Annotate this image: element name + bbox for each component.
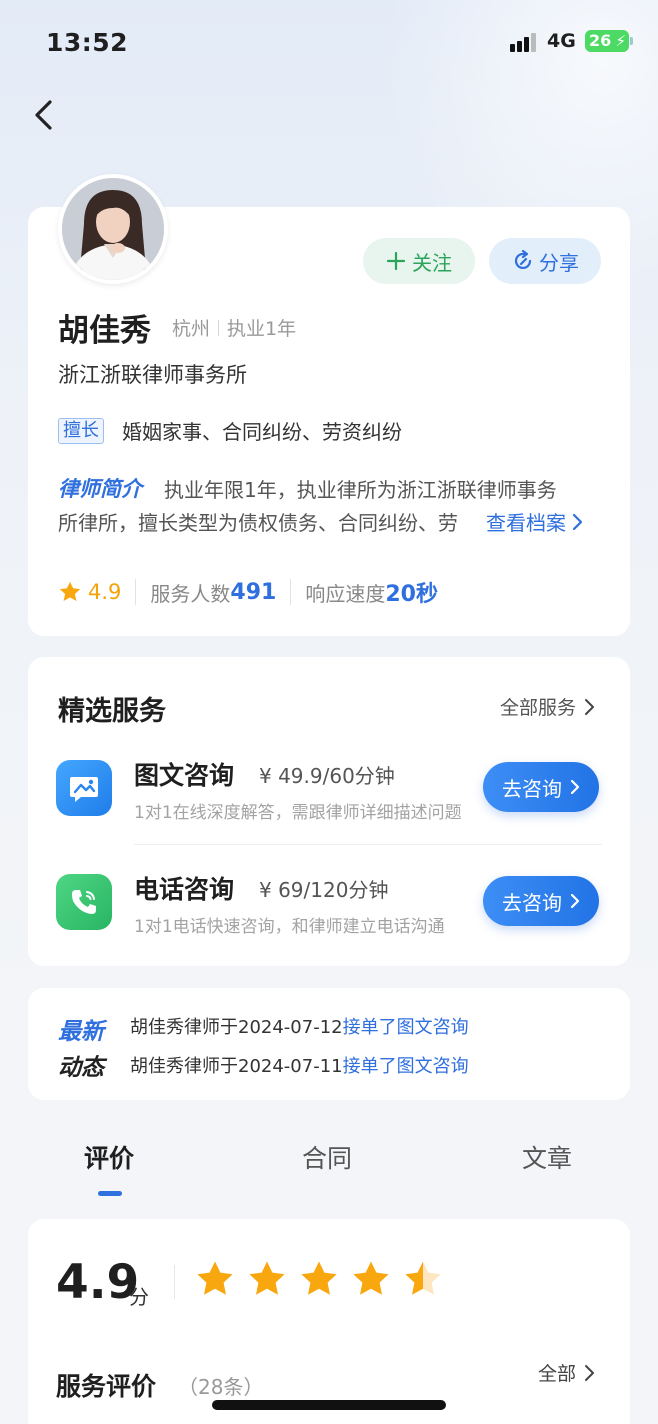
- view-profile-label: 查看档案: [486, 511, 566, 535]
- chevron-right-icon: [572, 513, 583, 530]
- all-services-link[interactable]: 全部服务: [500, 693, 596, 720]
- tab-indicator: [98, 1191, 122, 1196]
- service-item-image-consult[interactable]: 图文咨询 ¥ 49.9/60分钟 1对1在线深度解答，需跟律师详细描述问题 去咨…: [28, 742, 630, 852]
- reviews-card: 4.9 分 服务评价 （28条） 全部: [28, 1219, 630, 1424]
- all-reviews-label: 全部: [537, 1363, 576, 1385]
- services-title: 精选服务: [58, 696, 166, 727]
- view-profile-link[interactable]: 查看档案: [484, 507, 584, 536]
- score-unit: 分: [129, 1285, 149, 1309]
- image-chat-icon: [56, 760, 112, 816]
- service-description: 1对1电话快速咨询，和律师建立电话沟通: [134, 917, 445, 937]
- featured-services-card: 精选服务 全部服务 图文咨询 ¥ 49.9/60分钟 1对1在线深度解答，需跟律…: [28, 657, 630, 966]
- chevron-right-icon: [585, 698, 594, 715]
- service-description: 1对1在线深度解答，需跟律师详细描述问题: [134, 803, 462, 823]
- intro-title: 律师简介: [58, 477, 142, 501]
- news-text: 胡佳秀律师于2024-07-11: [130, 1056, 343, 1077]
- chevron-right-icon: [585, 1364, 594, 1381]
- intro-text-line1: 执业年限1年，执业律所为浙江浙联律师事务: [164, 478, 557, 502]
- star-icon: [197, 1261, 233, 1295]
- star-icon: [405, 1261, 441, 1295]
- intro-text-line2: 所律所，擅长类型为债权债务、合同纠纷、劳: [58, 511, 458, 535]
- all-reviews-link[interactable]: 全部: [538, 1359, 596, 1386]
- rating-value: 4.9: [88, 580, 122, 604]
- star-rating: [194, 1259, 444, 1301]
- share-icon: [514, 249, 532, 270]
- chevron-right-icon: [570, 893, 580, 909]
- rating-stat: 4.9: [58, 580, 121, 604]
- signal-icon: [510, 32, 540, 52]
- consult-label: 去咨询: [502, 890, 562, 915]
- consult-button[interactable]: 去咨询: [483, 762, 599, 812]
- follow-button[interactable]: 关注: [363, 238, 475, 284]
- star-icon: [353, 1261, 389, 1295]
- chevron-left-icon: [35, 100, 52, 130]
- news-label-line1: 最新: [58, 1019, 104, 1045]
- service-name: 图文咨询: [134, 761, 235, 790]
- service-name: 电话咨询: [134, 875, 235, 904]
- charging-icon: ⚡: [615, 32, 626, 50]
- network-label: 4G: [547, 30, 576, 52]
- news-item[interactable]: 胡佳秀律师于2024-07-12接单了图文咨询: [130, 1013, 469, 1039]
- news-text: 胡佳秀律师于2024-07-12: [130, 1017, 343, 1038]
- battery-level: 26: [589, 31, 612, 50]
- service-reviews-title: 服务评价: [56, 1372, 157, 1401]
- tab-articles[interactable]: 文章: [522, 1139, 572, 1175]
- law-firm: 浙江浙联律师事务所: [58, 363, 247, 387]
- review-count: （28条）: [178, 1375, 264, 1399]
- lawyer-practice-years: 执业1年: [227, 318, 297, 340]
- share-label: 分享: [539, 250, 579, 275]
- home-indicator: [212, 1400, 446, 1410]
- lawyer-avatar: [58, 174, 168, 284]
- service-price: ¥ 49.9/60分钟: [259, 764, 395, 788]
- stats-divider: [135, 579, 137, 605]
- lawyer-name: 胡佳秀: [58, 313, 151, 349]
- review-score: 4.9: [56, 1255, 140, 1310]
- status-time: 13:52: [46, 28, 129, 57]
- phone-icon: [56, 874, 112, 930]
- tab-contracts[interactable]: 合同: [302, 1139, 352, 1175]
- tab-reviews[interactable]: 评价: [84, 1139, 134, 1175]
- back-button[interactable]: [26, 94, 66, 136]
- response-label: 响应速度: [305, 581, 386, 606]
- services-divider: [134, 844, 602, 845]
- star-icon: [249, 1261, 285, 1295]
- news-item[interactable]: 胡佳秀律师于2024-07-11接单了图文咨询: [130, 1052, 469, 1078]
- star-icon: [301, 1261, 337, 1295]
- news-label-line2: 动态: [58, 1055, 104, 1081]
- served-label: 服务人数: [150, 581, 231, 606]
- latest-news-card: 最新 动态 胡佳秀律师于2024-07-12接单了图文咨询 胡佳秀律师于2024…: [28, 988, 630, 1100]
- chevron-right-icon: [570, 779, 580, 795]
- service-item-phone-consult[interactable]: 电话咨询 ¥ 69/120分钟 1对1电话快速咨询，和律师建立电话沟通 去咨询: [28, 856, 630, 966]
- score-divider: [174, 1265, 175, 1299]
- star-icon: [59, 581, 81, 601]
- follow-label: 关注: [412, 250, 452, 275]
- content-tabs: 评价 合同 文章: [0, 1137, 658, 1201]
- served-count: 491: [230, 579, 277, 605]
- lawyer-stats: 4.9 服务人数 491 响应速度 20秒: [58, 577, 438, 607]
- lawyer-meta: 杭州 执业1年: [172, 314, 296, 341]
- response-value: 20秒: [385, 582, 438, 607]
- specialty-tag: 擅长: [58, 418, 104, 444]
- consult-button[interactable]: 去咨询: [483, 876, 599, 926]
- status-bar: 13:52 4G 26 ⚡: [0, 0, 658, 84]
- battery-icon: 26 ⚡: [585, 30, 633, 52]
- plus-icon: [386, 251, 406, 271]
- all-services-label: 全部服务: [499, 697, 576, 719]
- share-button[interactable]: 分享: [489, 238, 601, 284]
- consult-label: 去咨询: [502, 776, 562, 801]
- lawyer-city: 杭州: [172, 318, 211, 340]
- meta-divider: [218, 319, 220, 336]
- service-price: ¥ 69/120分钟: [259, 878, 389, 902]
- stats-divider: [290, 579, 292, 605]
- specialties: 婚姻家事、合同纠纷、劳资纠纷: [122, 420, 402, 444]
- news-highlight: 接单了图文咨询: [342, 1017, 469, 1038]
- news-highlight: 接单了图文咨询: [342, 1056, 469, 1077]
